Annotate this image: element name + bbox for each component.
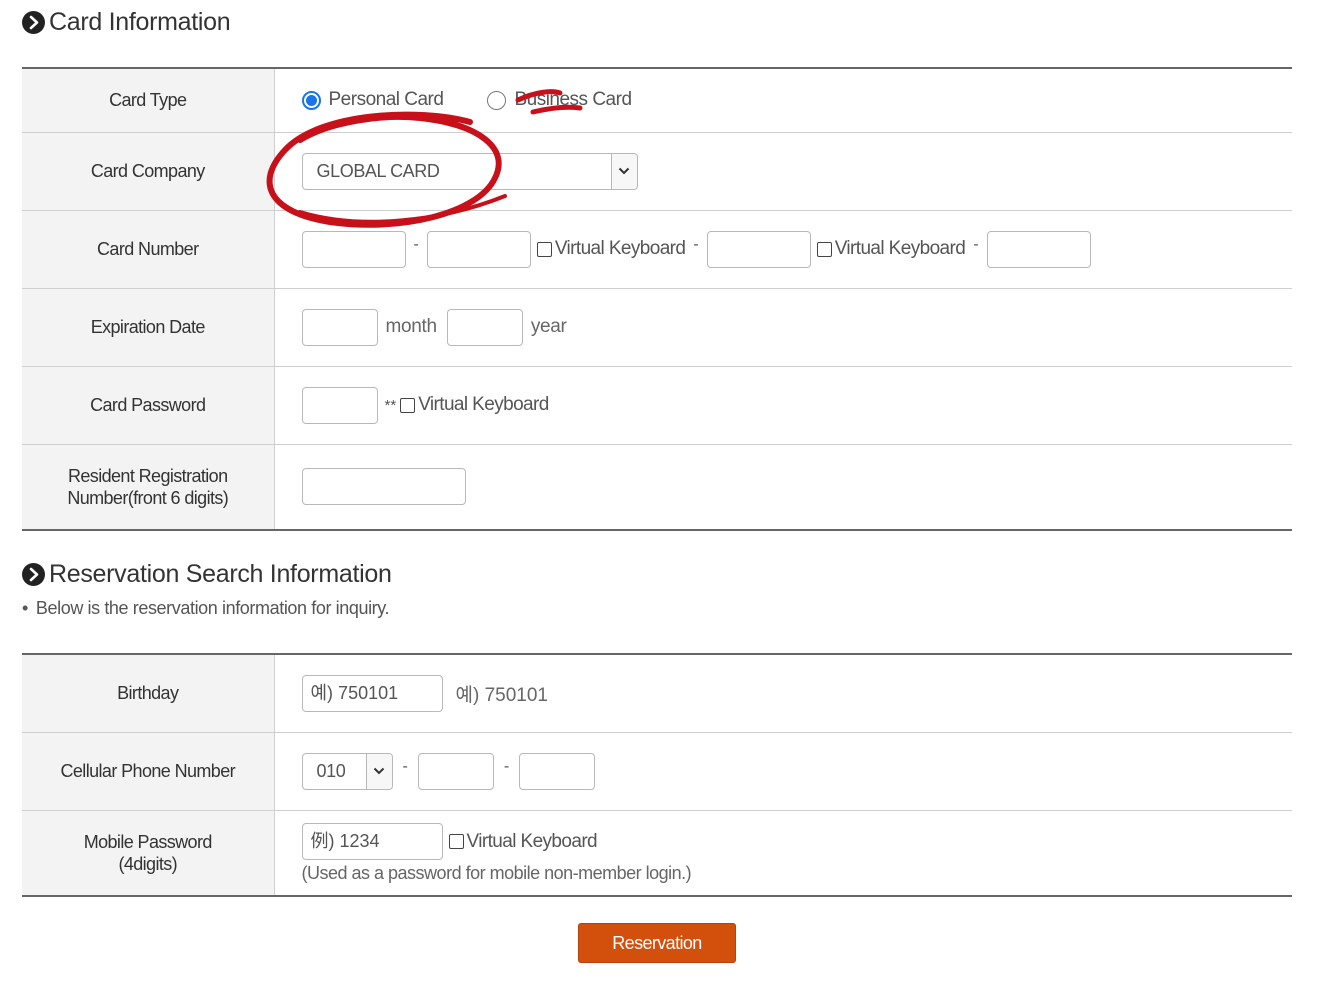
- circle-chevron-right-icon: [22, 11, 45, 34]
- card-company-select[interactable]: GLOBAL CARD: [301, 152, 638, 190]
- expiration-month-input[interactable]: [301, 308, 378, 346]
- birthday-label: Birthday: [22, 654, 275, 732]
- mobile-password-label: Mobile Password (4digits): [22, 809, 275, 896]
- reservation-info-title: Reservation Search Information: [22, 560, 392, 589]
- card-info-table: Card Type Personal Card Business Card Ca…: [22, 67, 1292, 531]
- checkbox-icon[interactable]: [816, 241, 832, 257]
- reservation-note: • Below is the reservation information fo…: [22, 598, 390, 618]
- expiration-year-input[interactable]: [446, 308, 523, 346]
- virtual-keyboard-checkbox-3[interactable]: Virtual Keyboard: [400, 394, 549, 416]
- mobile-password-input[interactable]: [301, 823, 443, 861]
- virtual-keyboard-checkbox-4[interactable]: Virtual Keyboard: [448, 831, 598, 853]
- checkbox-icon[interactable]: [536, 241, 552, 257]
- resident-label: Resident Registration Number(front 6 dig…: [22, 443, 275, 530]
- radio-business-card[interactable]: Business Card: [487, 89, 632, 111]
- card-number-part1-input[interactable]: [301, 230, 406, 268]
- chevron-down-icon[interactable]: [365, 753, 392, 789]
- card-password-row: Card Password ** Virtual Keyboard: [22, 365, 1292, 444]
- mobile-password-row: Mobile Password (4digits) Virtual Keyboa…: [22, 809, 1292, 896]
- birthday-input[interactable]: [301, 674, 443, 712]
- card-type-label: Card Type: [22, 68, 275, 132]
- radio-icon[interactable]: [487, 90, 507, 110]
- card-info-title-text: Card Information: [49, 8, 231, 36]
- card-number-part3-input[interactable]: [706, 230, 811, 268]
- birthday-hint: 예) 750101: [455, 684, 549, 706]
- card-password-label: Card Password: [22, 365, 275, 444]
- expiration-label: Expiration Date: [22, 287, 275, 366]
- radio-personal-card[interactable]: Personal Card: [301, 89, 444, 111]
- phone-middle-input[interactable]: [417, 752, 494, 790]
- phone-prefix-select[interactable]: 010: [301, 752, 393, 790]
- radio-icon[interactable]: [301, 90, 321, 110]
- phone-label: Cellular Phone Number: [22, 731, 275, 810]
- birthday-row: Birthday 예) 750101: [22, 654, 1292, 732]
- phone-row: Cellular Phone Number 010 - -: [22, 731, 1292, 810]
- reservation-button[interactable]: Reservation: [578, 923, 736, 963]
- virtual-keyboard-checkbox-2[interactable]: Virtual Keyboard: [816, 238, 966, 260]
- mobile-password-hint: (Used as a password for mobile non-membe…: [301, 863, 692, 884]
- card-number-row: Card Number - Virtual Keyboard - Virtual…: [22, 209, 1292, 288]
- reservation-info-title-text: Reservation Search Information: [49, 560, 392, 588]
- phone-last-input[interactable]: [519, 752, 596, 790]
- card-number-part4-input[interactable]: [986, 230, 1091, 268]
- virtual-keyboard-checkbox-1[interactable]: Virtual Keyboard: [536, 238, 686, 260]
- checkbox-icon[interactable]: [448, 834, 464, 850]
- card-password-input[interactable]: [301, 386, 378, 424]
- card-number-part2-input[interactable]: [426, 230, 531, 268]
- checkbox-icon[interactable]: [400, 397, 416, 413]
- resident-row: Resident Registration Number(front 6 dig…: [22, 443, 1292, 530]
- expiration-row: Expiration Date month year: [22, 287, 1292, 366]
- card-company-row: Card Company GLOBAL CARD: [22, 131, 1292, 210]
- card-company-label: Card Company: [22, 131, 275, 210]
- chevron-down-icon[interactable]: [610, 153, 637, 189]
- card-info-title: Card Information: [22, 8, 231, 37]
- card-number-label: Card Number: [22, 209, 275, 288]
- resident-number-input[interactable]: [301, 468, 466, 506]
- reservation-table: Birthday 예) 750101 Cellular Phone Number…: [22, 653, 1292, 897]
- circle-chevron-right-icon: [22, 563, 45, 586]
- card-type-row: Card Type Personal Card Business Card: [22, 68, 1292, 132]
